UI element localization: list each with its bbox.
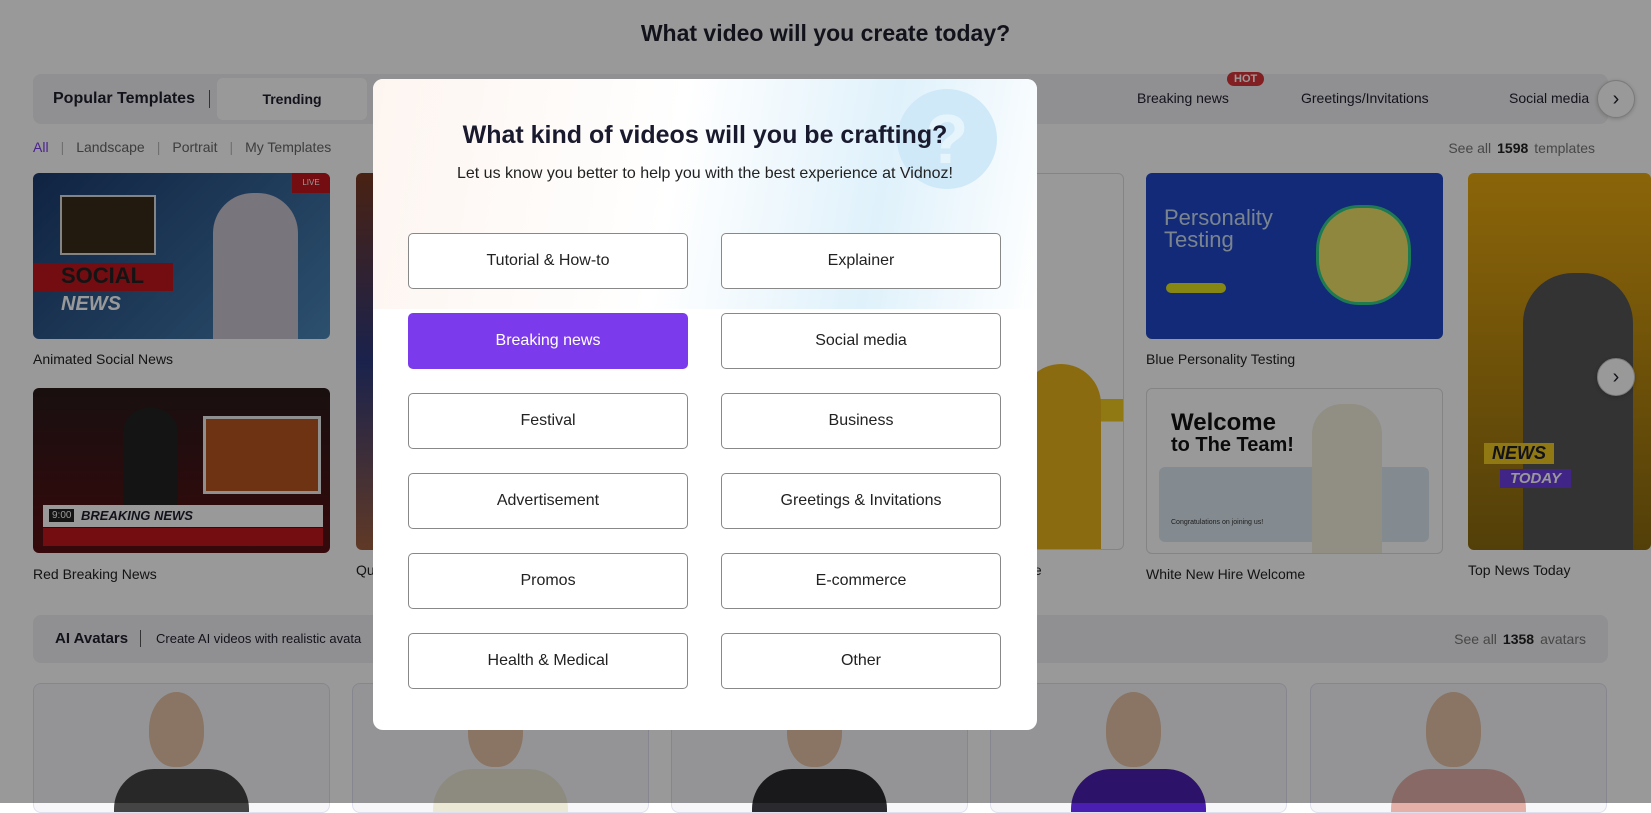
- modal-subtitle: Let us know you better to help you with …: [456, 165, 953, 182]
- option-e-commerce[interactable]: E-commerce: [721, 553, 1001, 609]
- modal-title: What kind of videos will you be crafting…: [462, 121, 948, 149]
- option-greetings-invitations[interactable]: Greetings & Invitations: [721, 473, 1001, 529]
- option-advertisement[interactable]: Advertisement: [408, 473, 688, 529]
- option-health-medical[interactable]: Health & Medical: [408, 633, 688, 689]
- option-business[interactable]: Business: [721, 393, 1001, 449]
- option-promos[interactable]: Promos: [408, 553, 688, 609]
- option-explainer[interactable]: Explainer: [721, 233, 1001, 289]
- option-social-media[interactable]: Social media: [721, 313, 1001, 369]
- option-tutorial-how-to[interactable]: Tutorial & How-to: [408, 233, 688, 289]
- option-breaking-news[interactable]: Breaking news: [408, 313, 688, 369]
- option-other[interactable]: Other: [721, 633, 1001, 689]
- option-festival[interactable]: Festival: [408, 393, 688, 449]
- video-type-modal: ? What kind of videos will you be crafti…: [373, 79, 1037, 730]
